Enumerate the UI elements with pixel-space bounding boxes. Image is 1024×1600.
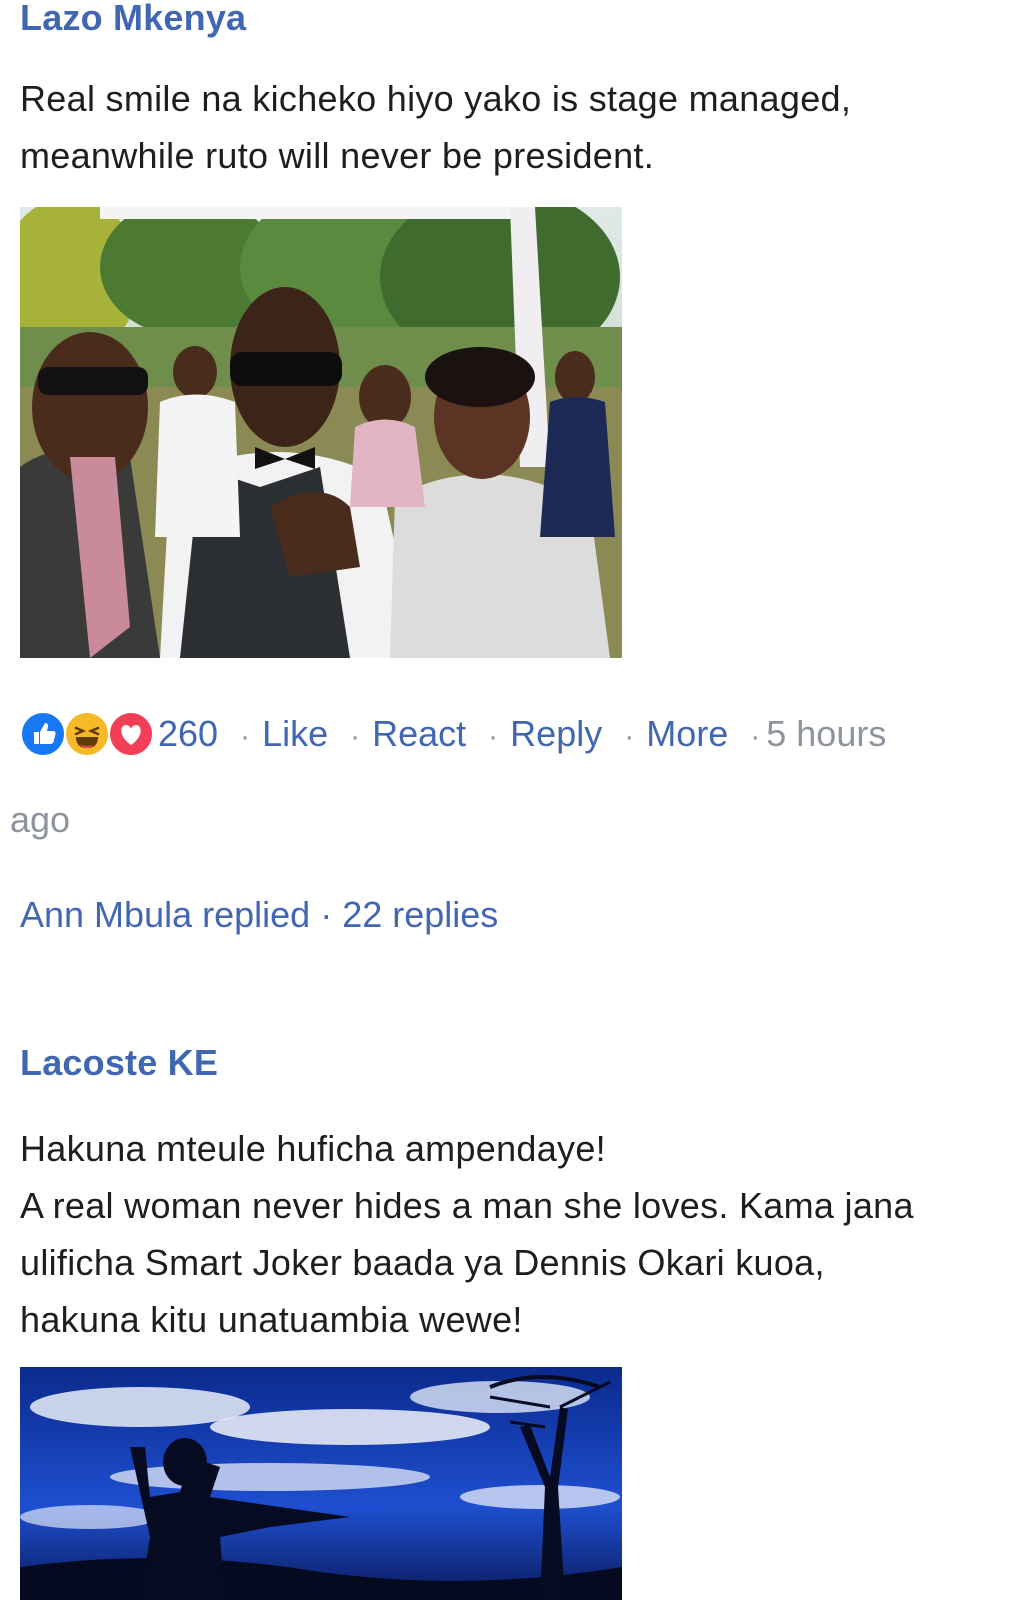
comment-text-line: ulificha Smart Joker baada ya Dennis Oka…	[20, 1242, 825, 1283]
view-replies-link[interactable]: Ann Mbula replied · 22 replies	[20, 888, 498, 942]
comment-text-line: A real woman never hides a man she loves…	[20, 1185, 914, 1226]
timestamp: 5 hours	[766, 713, 887, 754]
comment-text-line: meanwhile ruto will never be president.	[20, 135, 655, 176]
comment-text-line: Hakuna mteule huficha ampendaye!	[20, 1128, 606, 1169]
separator: ·	[350, 720, 361, 753]
timestamp-continued: ago	[10, 799, 71, 840]
reaction-icons[interactable]	[20, 709, 154, 757]
separator: ·	[488, 720, 499, 753]
comment-author[interactable]: Lazo Mkenya	[20, 0, 1000, 38]
separator: ·	[240, 720, 251, 753]
replies-author[interactable]: Ann Mbula replied	[20, 894, 310, 935]
comment-text-line: hakuna kitu unatuambia wewe!	[20, 1299, 523, 1340]
sky-silhouette-photo[interactable]	[20, 1367, 622, 1600]
separator: ·	[624, 720, 635, 753]
react-button[interactable]: React	[372, 713, 466, 754]
comment-actions: 260 · Like · React · Reply · More · 5 hours	[20, 707, 1010, 764]
reply-button[interactable]: Reply	[510, 713, 602, 754]
haha-icon	[64, 711, 110, 757]
replies-count[interactable]: · 22 replies	[320, 894, 498, 935]
wedding-photo[interactable]	[20, 207, 622, 658]
comment-text: Real smile na kicheko hiyo yako is stage…	[20, 70, 1000, 184]
more-button[interactable]: More	[646, 713, 728, 754]
comment-2: Lacoste KE Hakuna mteule huficha ampenda…	[20, 1043, 1000, 1348]
comment-1: Lazo Mkenya Real smile na kicheko hiyo y…	[20, 0, 1000, 184]
like-icon	[20, 711, 66, 757]
comment-author[interactable]: Lacoste KE	[20, 1043, 1000, 1083]
comment-text: Hakuna mteule huficha ampendaye! A real …	[20, 1120, 1000, 1348]
reaction-count[interactable]: 260	[158, 713, 218, 754]
love-icon	[108, 711, 154, 757]
like-button[interactable]: Like	[262, 713, 328, 754]
comment-text-line: Real smile na kicheko hiyo yako is stage…	[20, 78, 852, 119]
separator: ·	[750, 720, 761, 753]
